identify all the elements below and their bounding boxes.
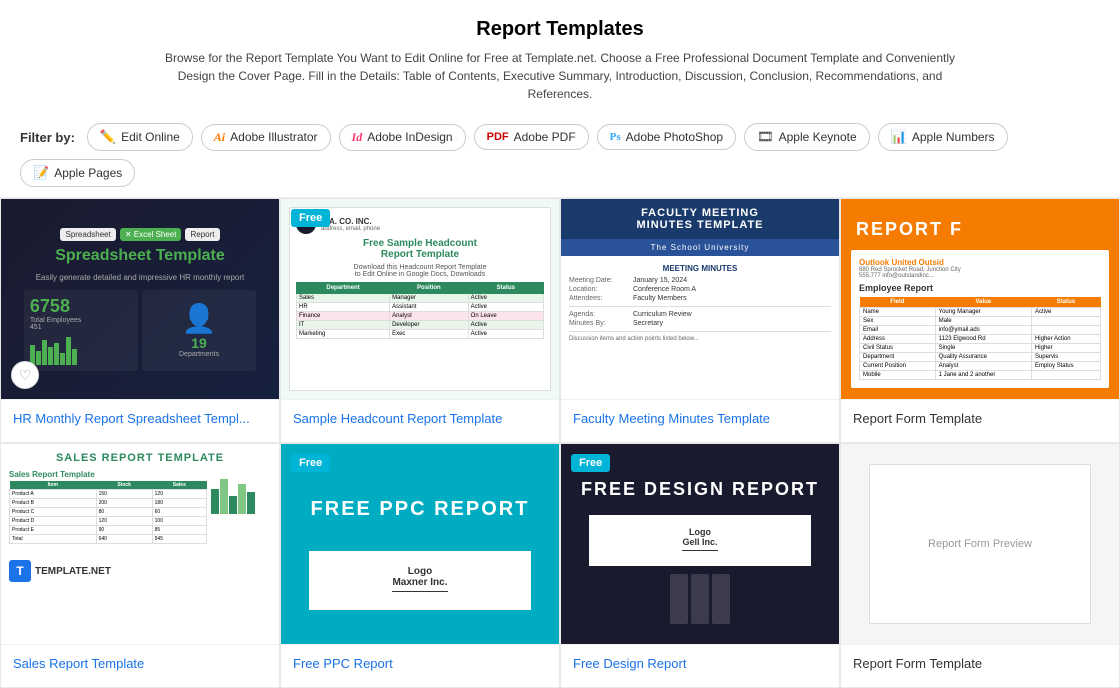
filter-id-label: Adobe InDesign (367, 130, 452, 144)
card-5-thumbnail: SALES REPORT TEMPLATE Sales Report Templ… (1, 444, 279, 644)
card-headcount[interactable]: Free A A.A. CO. INC. address, email, pho… (280, 198, 560, 443)
card-sales[interactable]: SALES REPORT TEMPLATE Sales Report Templ… (0, 443, 280, 688)
filter-apple-pages[interactable]: 📝 Apple Pages (20, 159, 135, 187)
filter-pages-label: Apple Pages (54, 166, 122, 180)
filter-bar: Filter by: ✏️ Edit Online Ai Adobe Illus… (0, 113, 1120, 198)
card-2-title: Sample Headcount Report Template (281, 399, 559, 442)
card-1-title: HR Monthly Report Spreadsheet Templ... (1, 399, 279, 442)
page-description: Browse for the Report Template You Want … (150, 49, 970, 103)
card-3-thumbnail: FACULTY MEETINGMINUTES TEMPLATE The Scho… (561, 199, 839, 399)
card-7-thumbnail: Free FREE DESIGN REPORT LogoGell Inc. (561, 444, 839, 644)
filter-adobe-pdf[interactable]: PDF Adobe PDF (474, 124, 589, 150)
card-faculty[interactable]: FACULTY MEETINGMINUTES TEMPLATE The Scho… (560, 198, 840, 443)
card-ppc[interactable]: Free FREE PPC REPORT LogoMaxner Inc. Fre… (280, 443, 560, 688)
pages-icon: 📝 (33, 165, 49, 181)
keynote-icon: 🎞 (757, 129, 774, 145)
ai-icon: Ai (214, 130, 225, 145)
free-badge-7: Free (571, 454, 610, 472)
filter-adobe-illustrator[interactable]: Ai Adobe Illustrator (201, 124, 331, 151)
card-8-thumbnail: Report Form Preview (841, 444, 1119, 644)
card-6-title: Free PPC Report (281, 644, 559, 687)
template-logo-text: TEMPLATE.NET (35, 566, 111, 577)
free-badge-2: Free (291, 209, 330, 227)
filter-label: Filter by: (20, 130, 75, 145)
card-3-title: Faculty Meeting Minutes Template (561, 399, 839, 442)
filter-numbers-label: Apple Numbers (912, 130, 995, 144)
filter-pdf-label: Adobe PDF (514, 130, 576, 144)
heart-button-1[interactable]: ♡ (11, 361, 39, 389)
card-2-thumbnail: Free A A.A. CO. INC. address, email, pho… (281, 199, 559, 399)
card-design[interactable]: Free FREE DESIGN REPORT LogoGell Inc. Fr… (560, 443, 840, 688)
card-6-thumbnail: Free FREE PPC REPORT LogoMaxner Inc. (281, 444, 559, 644)
card-4-thumbnail: REPORT F Outlook United Outsid 880 Red S… (841, 199, 1119, 399)
card-7-title: Free Design Report (561, 644, 839, 687)
card-report-form-2[interactable]: Report Form Preview Report Form Template (840, 443, 1120, 688)
card-8-title: Report Form Template (841, 644, 1119, 687)
filter-apple-keynote[interactable]: 🎞 Apple Keynote (744, 123, 870, 151)
filter-edit-online-label: Edit Online (121, 130, 180, 144)
ps-icon: Ps (610, 131, 621, 143)
page-header: Report Templates Browse for the Report T… (0, 0, 1120, 113)
filter-ps-label: Adobe PhotoShop (626, 130, 723, 144)
edit-icon: ✏️ (100, 129, 116, 145)
filter-adobe-indesign[interactable]: Id Adobe InDesign (339, 124, 466, 151)
filter-apple-numbers[interactable]: 📊 Apple Numbers (878, 123, 1008, 151)
filter-adobe-photoshop[interactable]: Ps Adobe PhotoShop (597, 124, 736, 150)
template-logo-icon: T (9, 560, 31, 582)
templates-grid: Spreadsheet ✕ Excel Sheet Report Spreads… (0, 198, 1120, 688)
card-1-thumbnail: Spreadsheet ✕ Excel Sheet Report Spreads… (1, 199, 279, 399)
filter-ai-label: Adobe Illustrator (230, 130, 317, 144)
card-4-title: Report Form Template (841, 399, 1119, 442)
free-badge-6: Free (291, 454, 330, 472)
filter-keynote-label: Apple Keynote (779, 130, 857, 144)
page-title: Report Templates (60, 18, 1060, 41)
card-5-title: Sales Report Template (1, 644, 279, 687)
id-icon: Id (352, 130, 363, 145)
filter-edit-online[interactable]: ✏️ Edit Online (87, 123, 193, 151)
pdf-icon: PDF (487, 131, 509, 143)
card-report-form-partial[interactable]: REPORT F Outlook United Outsid 880 Red S… (840, 198, 1120, 443)
card-hr-spreadsheet[interactable]: Spreadsheet ✕ Excel Sheet Report Spreads… (0, 198, 280, 443)
numbers-icon: 📊 (891, 129, 907, 145)
page-container: Report Templates Browse for the Report T… (0, 0, 1120, 688)
